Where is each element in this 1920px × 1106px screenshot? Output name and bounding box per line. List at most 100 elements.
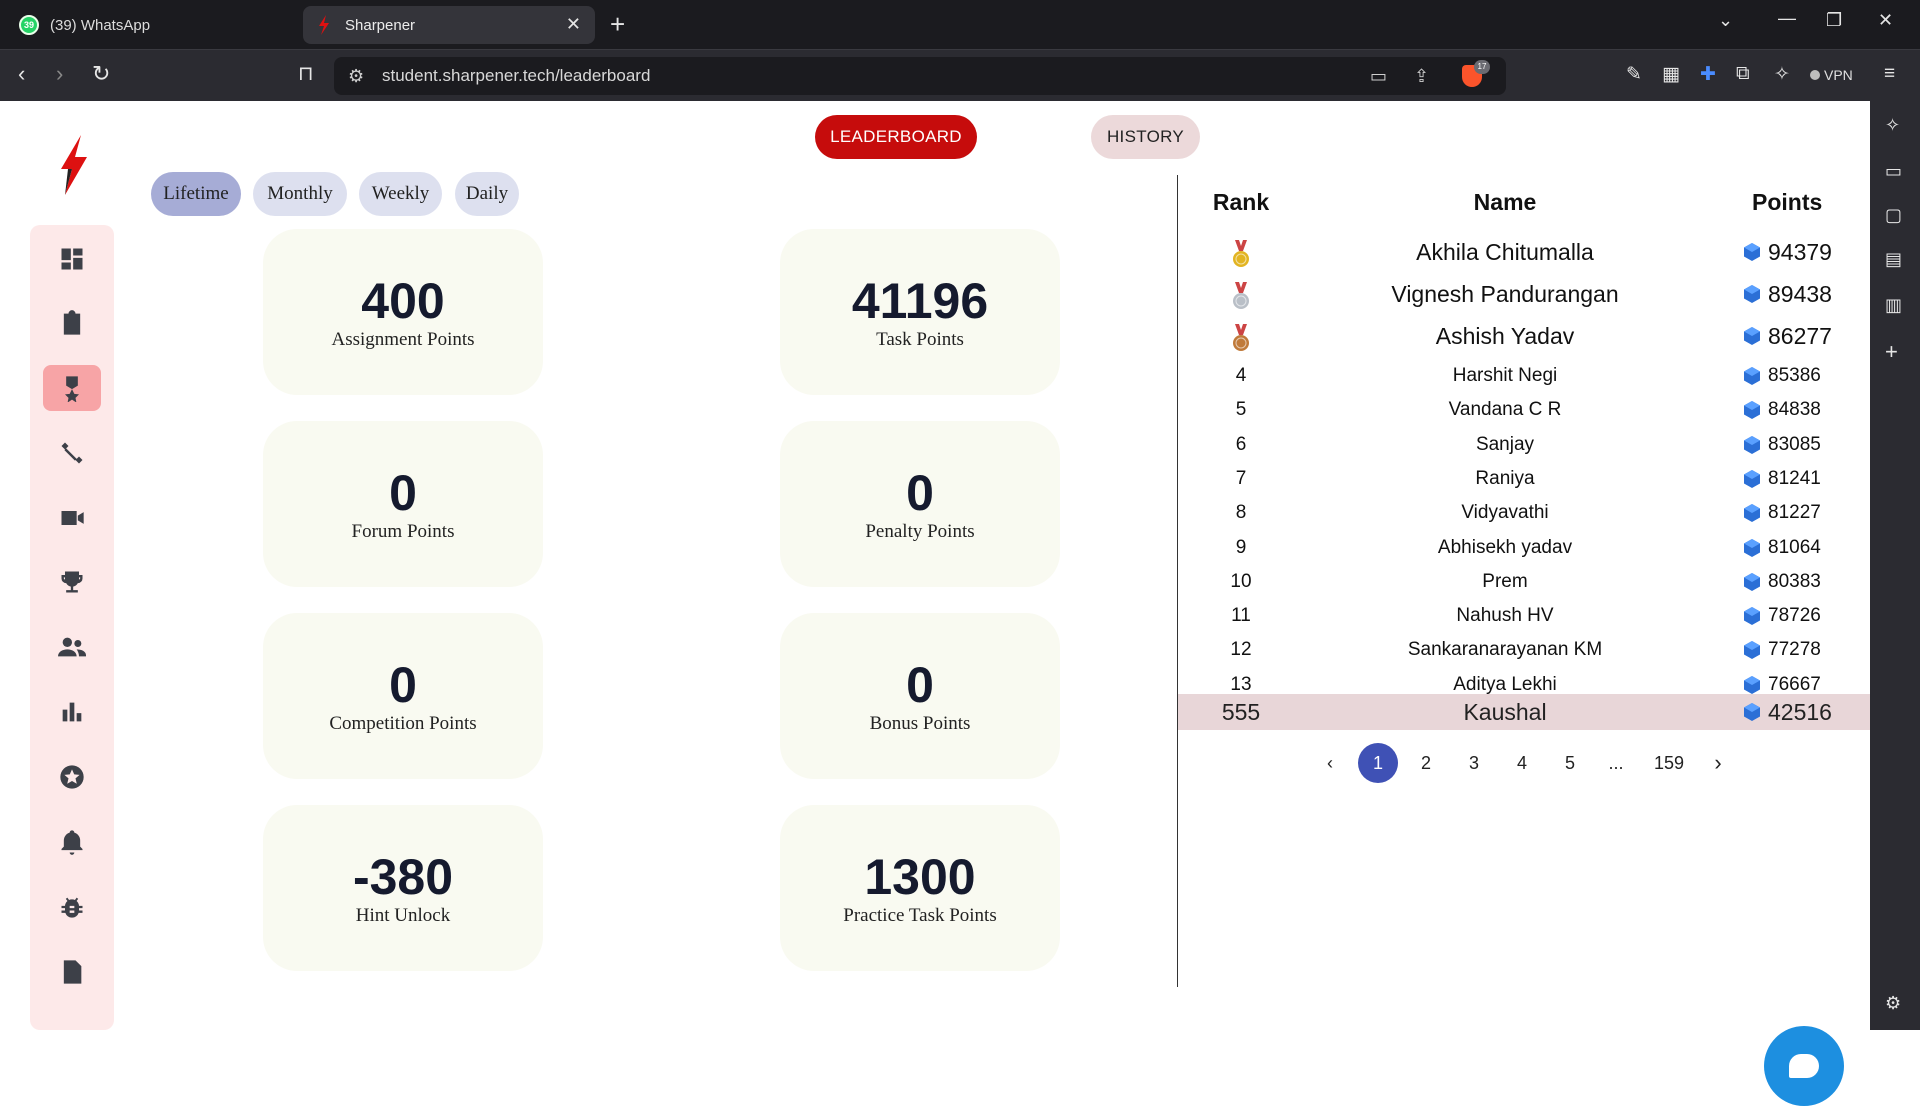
restore-icon[interactable]: ❐: [1826, 10, 1842, 31]
leaderboard-button[interactable]: LEADERBOARD: [815, 115, 977, 159]
cast-icon[interactable]: ▭: [1370, 66, 1387, 87]
tab-sharpener[interactable]: Sharpener ✕: [303, 6, 595, 44]
filter-monthly[interactable]: Monthly: [253, 172, 347, 216]
gem-icon: [1744, 367, 1760, 385]
extensions-icon[interactable]: ⧉: [1736, 63, 1750, 85]
leaderboard-points: 83085: [1742, 430, 1821, 460]
leo-sidebar-icon[interactable]: ✧: [1885, 115, 1900, 136]
browser-tab-bar: 39 (39) WhatsApp Sharpener ✕ + ⌄ — ❐ ✕: [0, 0, 1920, 49]
media-sidebar-icon[interactable]: ▭: [1885, 161, 1902, 182]
page-button-2[interactable]: 2: [1406, 743, 1446, 783]
stats-icon: [62, 702, 82, 722]
penalty-points-card: 0 Penalty Points: [780, 421, 1060, 587]
sidebar-item-contests[interactable]: [43, 559, 101, 605]
page-button-159[interactable]: 159: [1646, 743, 1692, 783]
bookmarks-sidebar-icon[interactable]: ▤: [1885, 249, 1902, 270]
gem-icon: [1744, 572, 1760, 591]
translate-extension-icon[interactable]: ▦: [1662, 63, 1680, 86]
trophy-icon: [61, 571, 83, 593]
url-text[interactable]: student.sharpener.tech/leaderboard: [382, 66, 650, 86]
hint-unlock-card: -380 Hint Unlock: [263, 805, 543, 971]
bookmark-icon[interactable]: ⊓: [298, 62, 314, 86]
leo-ai-icon[interactable]: ✧: [1774, 63, 1790, 86]
points-value: -380: [352, 849, 454, 905]
history-button[interactable]: HISTORY: [1091, 115, 1200, 159]
leaderboard-points: 80383: [1742, 567, 1821, 597]
sidebar-item-notifications[interactable]: [43, 819, 101, 865]
page-button-3[interactable]: 3: [1454, 743, 1494, 783]
leaderboard-name: Nahush HV: [1456, 605, 1554, 627]
forward-icon[interactable]: ›: [56, 62, 63, 86]
gem-icon: [1744, 675, 1760, 694]
sharpener-logo-icon[interactable]: [55, 135, 91, 195]
assignment-icon: [63, 310, 81, 335]
page-button-1[interactable]: 1: [1358, 743, 1398, 783]
pen-extension-icon[interactable]: ✎: [1626, 63, 1642, 86]
points-label: Task Points: [876, 329, 964, 350]
window-close-icon[interactable]: ✕: [1878, 10, 1893, 31]
vpn-button[interactable]: VPN: [1810, 63, 1853, 87]
points-label: Practice Task Points: [843, 905, 997, 926]
add-sidebar-icon[interactable]: +: [1885, 339, 1898, 365]
points-label: Bonus Points: [869, 713, 971, 734]
next-page-icon[interactable]: ›: [1698, 743, 1738, 783]
leaderboard-points: 81227: [1742, 498, 1821, 528]
current-user-points: 42516: [1742, 694, 1832, 730]
page-button-4[interactable]: 4: [1502, 743, 1542, 783]
gem-icon: [1744, 285, 1760, 303]
filter-weekly[interactable]: Weekly: [359, 172, 442, 216]
sidebar-item-assignments[interactable]: [43, 300, 101, 346]
address-bar[interactable]: ⚙ student.sharpener.tech/leaderboard ▭ ⇪…: [334, 57, 1506, 95]
points-label: Forum Points: [351, 521, 455, 542]
current-user-rank: 555: [1221, 699, 1261, 725]
sidebar-item-leaderboard[interactable]: [43, 365, 101, 411]
site-settings-icon[interactable]: ⚙: [348, 66, 364, 87]
close-tab-icon[interactable]: ✕: [566, 14, 581, 35]
chat-button[interactable]: [1764, 1026, 1844, 1106]
leaderboard-name: Sanjay: [1475, 433, 1535, 455]
sidebar-item-videos[interactable]: [43, 495, 101, 541]
sidebar-item-favorites[interactable]: [43, 754, 101, 800]
leaderboard-rank: 12: [1230, 639, 1252, 661]
notification-icon: [61, 830, 83, 855]
points-header: Points: [1752, 189, 1823, 215]
silver-medal-icon: [1233, 281, 1249, 309]
gem-icon: [1744, 243, 1760, 261]
share-icon[interactable]: ⇪: [1414, 66, 1429, 87]
gem-icon: [1744, 703, 1760, 721]
prev-page-icon[interactable]: ‹: [1310, 743, 1350, 783]
reading-list-sidebar-icon[interactable]: ▥: [1885, 295, 1902, 316]
leaderboard-points: 81064: [1742, 533, 1821, 563]
new-tab-icon[interactable]: +: [610, 9, 625, 39]
vpn-label: VPN: [1824, 67, 1853, 83]
leaderboard-rank: 9: [1235, 536, 1247, 558]
sidebar-item-bugs[interactable]: [43, 884, 101, 930]
browser-nav-bar: ‹ › ↻ ⊓ ⚙ student.sharpener.tech/leaderb…: [0, 49, 1920, 101]
browser-sidebar: ✧ ▭ ▢ ▤ ▥ + ⚙: [1870, 101, 1920, 1030]
wallet-sidebar-icon[interactable]: ▢: [1885, 205, 1902, 226]
sidebar-item-dashboard[interactable]: [43, 236, 101, 282]
current-user-name: Kaushal: [1463, 699, 1547, 725]
back-icon[interactable]: ‹: [18, 62, 25, 86]
leaderboard-rank: [1178, 277, 1304, 311]
tab-search-chevron-icon[interactable]: ⌄: [1718, 10, 1733, 31]
puzzle-extension-icon[interactable]: ✚: [1700, 63, 1716, 86]
sharpener-favicon-icon: [313, 14, 335, 36]
reload-icon[interactable]: ↻: [92, 62, 110, 86]
tab-title: Sharpener: [345, 16, 416, 34]
leaderboard-name: Vidyavathi: [1461, 502, 1549, 524]
leaderboard-points: 85386: [1742, 361, 1821, 391]
minimize-icon[interactable]: —: [1778, 8, 1796, 29]
filter-daily[interactable]: Daily: [455, 172, 519, 216]
sidebar-settings-icon[interactable]: ⚙: [1885, 993, 1901, 1014]
sidebar-item-practice[interactable]: [43, 430, 101, 476]
menu-icon[interactable]: ≡: [1884, 63, 1895, 85]
page-button-5[interactable]: 5: [1550, 743, 1590, 783]
sidebar-item-community[interactable]: [43, 624, 101, 670]
sidebar-item-tasks[interactable]: [43, 949, 101, 995]
tab-whatsapp[interactable]: 39 (39) WhatsApp: [8, 6, 298, 44]
leaderboard-rank: 7: [1235, 467, 1247, 489]
sidebar-item-stats[interactable]: [43, 689, 101, 735]
bug-icon: [61, 897, 83, 918]
filter-lifetime[interactable]: Lifetime: [151, 172, 241, 216]
